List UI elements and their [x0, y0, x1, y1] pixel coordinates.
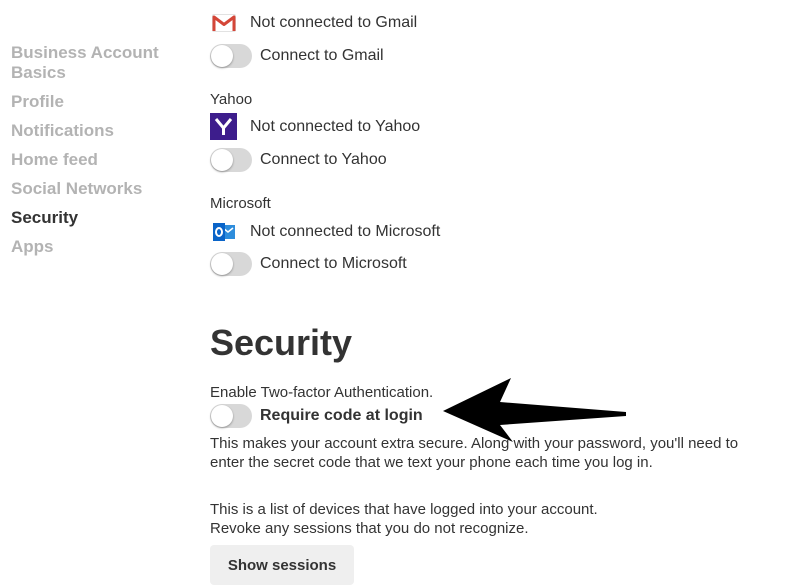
gmail-connect-label[interactable]: Connect to Gmail [260, 47, 384, 65]
microsoft-status-row: Not connected to Microsoft [210, 218, 440, 245]
two-factor-row: Require code at login [210, 404, 423, 428]
sidebar-item-apps[interactable]: Apps [11, 237, 191, 257]
arrow-left-icon [443, 378, 626, 442]
gmail-connect-row: Connect to Gmail [210, 44, 384, 68]
microsoft-connect-toggle[interactable] [210, 252, 252, 276]
yahoo-connect-label[interactable]: Connect to Yahoo [260, 151, 387, 169]
sidebar-item-business-account-basics[interactable]: Business Account Basics [11, 43, 191, 83]
settings-sidebar: Business Account Basics Profile Notifica… [11, 43, 191, 266]
sidebar-item-home-feed[interactable]: Home feed [11, 150, 191, 170]
sidebar-item-notifications[interactable]: Notifications [11, 121, 191, 141]
sidebar-item-social-networks[interactable]: Social Networks [11, 179, 191, 199]
microsoft-connect-row: Connect to Microsoft [210, 252, 407, 276]
sidebar-item-profile[interactable]: Profile [11, 92, 191, 112]
settings-main: Not connected to Gmail Connect to Gmail … [210, 0, 787, 585]
sidebar-item-security[interactable]: Security [11, 208, 191, 228]
require-code-toggle[interactable] [210, 404, 252, 428]
toggle-knob [211, 405, 233, 427]
gmail-status-row: Not connected to Gmail [210, 9, 417, 36]
yahoo-connect-row: Connect to Yahoo [210, 148, 387, 172]
toggle-knob [211, 253, 233, 275]
sessions-description-line1: This is a list of devices that have logg… [210, 501, 598, 518]
microsoft-connect-label[interactable]: Connect to Microsoft [260, 255, 407, 273]
yahoo-status-row: Not connected to Yahoo [210, 113, 420, 140]
two-factor-description-line2: enter the secret code that we text your … [210, 454, 653, 471]
sessions-description: This is a list of devices that have logg… [210, 500, 787, 538]
toggle-knob [211, 45, 233, 67]
microsoft-provider-label: Microsoft [210, 195, 271, 212]
yahoo-logo-icon [210, 113, 237, 140]
yahoo-provider-label: Yahoo [210, 91, 253, 108]
toggle-knob [211, 149, 233, 171]
yahoo-connect-toggle[interactable] [210, 148, 252, 172]
security-section-title: Security [210, 322, 353, 363]
sessions-description-line2: Revoke any sessions that you do not reco… [210, 520, 529, 537]
outlook-logo-icon [210, 218, 237, 245]
gmail-logo-icon [210, 9, 237, 36]
microsoft-status-text: Not connected to Microsoft [250, 222, 441, 240]
require-code-label[interactable]: Require code at login [260, 407, 423, 425]
gmail-connect-toggle[interactable] [210, 44, 252, 68]
yahoo-status-text: Not connected to Yahoo [250, 117, 421, 135]
gmail-status-text: Not connected to Gmail [250, 13, 418, 31]
show-sessions-button[interactable]: Show sessions [210, 545, 354, 585]
